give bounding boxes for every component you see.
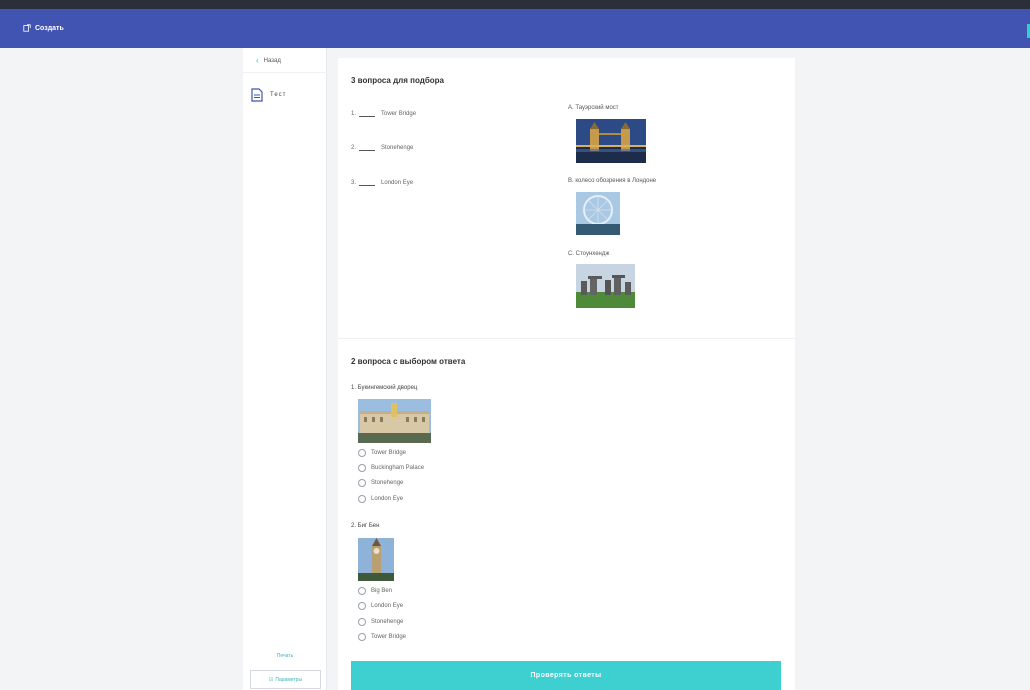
chevron-left-icon: ‹ — [256, 56, 259, 65]
buckingham-palace-photo — [358, 399, 431, 443]
match-item: 2. Stonehenge — [351, 145, 414, 151]
answer-option[interactable]: Tower Bridge — [358, 449, 406, 457]
tower-bridge-photo — [576, 119, 646, 163]
print-link[interactable]: Печать — [243, 653, 327, 659]
window-top-strip — [0, 0, 1030, 9]
create-icon — [23, 24, 31, 32]
test-card: 3 вопроса для подбора 1. Tower Bridge 2.… — [338, 58, 795, 690]
option-b-label: B. колесо обозрения в Лондоне — [568, 178, 657, 184]
create-button[interactable]: Создать — [23, 24, 64, 32]
answer-blank[interactable] — [359, 180, 376, 186]
sidebar-divider — [243, 72, 327, 73]
answer-option[interactable]: Buckingham Palace — [358, 464, 424, 472]
parameters-label: Параметры — [275, 676, 303, 683]
match-item: 1. Tower Bridge — [351, 111, 417, 117]
section-divider — [338, 338, 795, 339]
answer-blank[interactable] — [359, 145, 376, 151]
radio-button[interactable] — [358, 618, 366, 626]
radio-button[interactable] — [358, 495, 366, 503]
radio-button[interactable] — [358, 464, 366, 472]
app-header: Создать — [0, 9, 1030, 48]
match-item: 3. London Eye — [351, 180, 414, 186]
radio-button[interactable] — [358, 633, 366, 641]
answer-option[interactable]: Tower Bridge — [358, 633, 406, 641]
stonehenge-photo — [576, 264, 635, 308]
answer-option[interactable]: Stonehenge — [358, 479, 403, 487]
check-answers-button[interactable]: Проверять ответы — [351, 661, 781, 690]
answer-option[interactable]: London Eye — [358, 495, 403, 503]
question-label: 1. Букингемский дворец — [351, 385, 418, 391]
london-eye-photo — [576, 192, 620, 235]
back-link[interactable]: ‹ Назад — [256, 57, 281, 65]
answer-option[interactable]: Stonehenge — [358, 618, 403, 626]
document-icon — [251, 88, 263, 102]
option-a-label: A. Тауэрский мост — [568, 105, 619, 111]
radio-button[interactable] — [358, 602, 366, 610]
checkbox-icon: ☑ — [268, 676, 274, 683]
parameters-button[interactable]: ☑ Параметры — [250, 670, 321, 689]
back-label: Назад — [263, 58, 281, 64]
radio-button[interactable] — [358, 449, 366, 457]
matching-section-title: 3 вопроса для подбора — [351, 76, 444, 85]
sidebar: ‹ Назад Тест Печать ☑ Параметры — [243, 48, 327, 690]
create-label: Создать — [35, 24, 64, 32]
radio-button[interactable] — [358, 479, 366, 487]
answer-option[interactable]: London Eye — [358, 602, 403, 610]
question-label: 2. Биг Бен — [351, 523, 380, 529]
sidebar-item-label: Тест — [270, 92, 287, 98]
option-c-label: C. Стоунхендж — [568, 251, 610, 257]
radio-button[interactable] — [358, 587, 366, 595]
answer-blank[interactable] — [359, 111, 376, 117]
big-ben-photo — [358, 538, 394, 581]
answer-option[interactable]: Big Ben — [358, 587, 392, 595]
choice-section-title: 2 вопроса с выбором ответа — [351, 357, 466, 366]
sidebar-item-test[interactable]: Тест — [251, 88, 286, 102]
